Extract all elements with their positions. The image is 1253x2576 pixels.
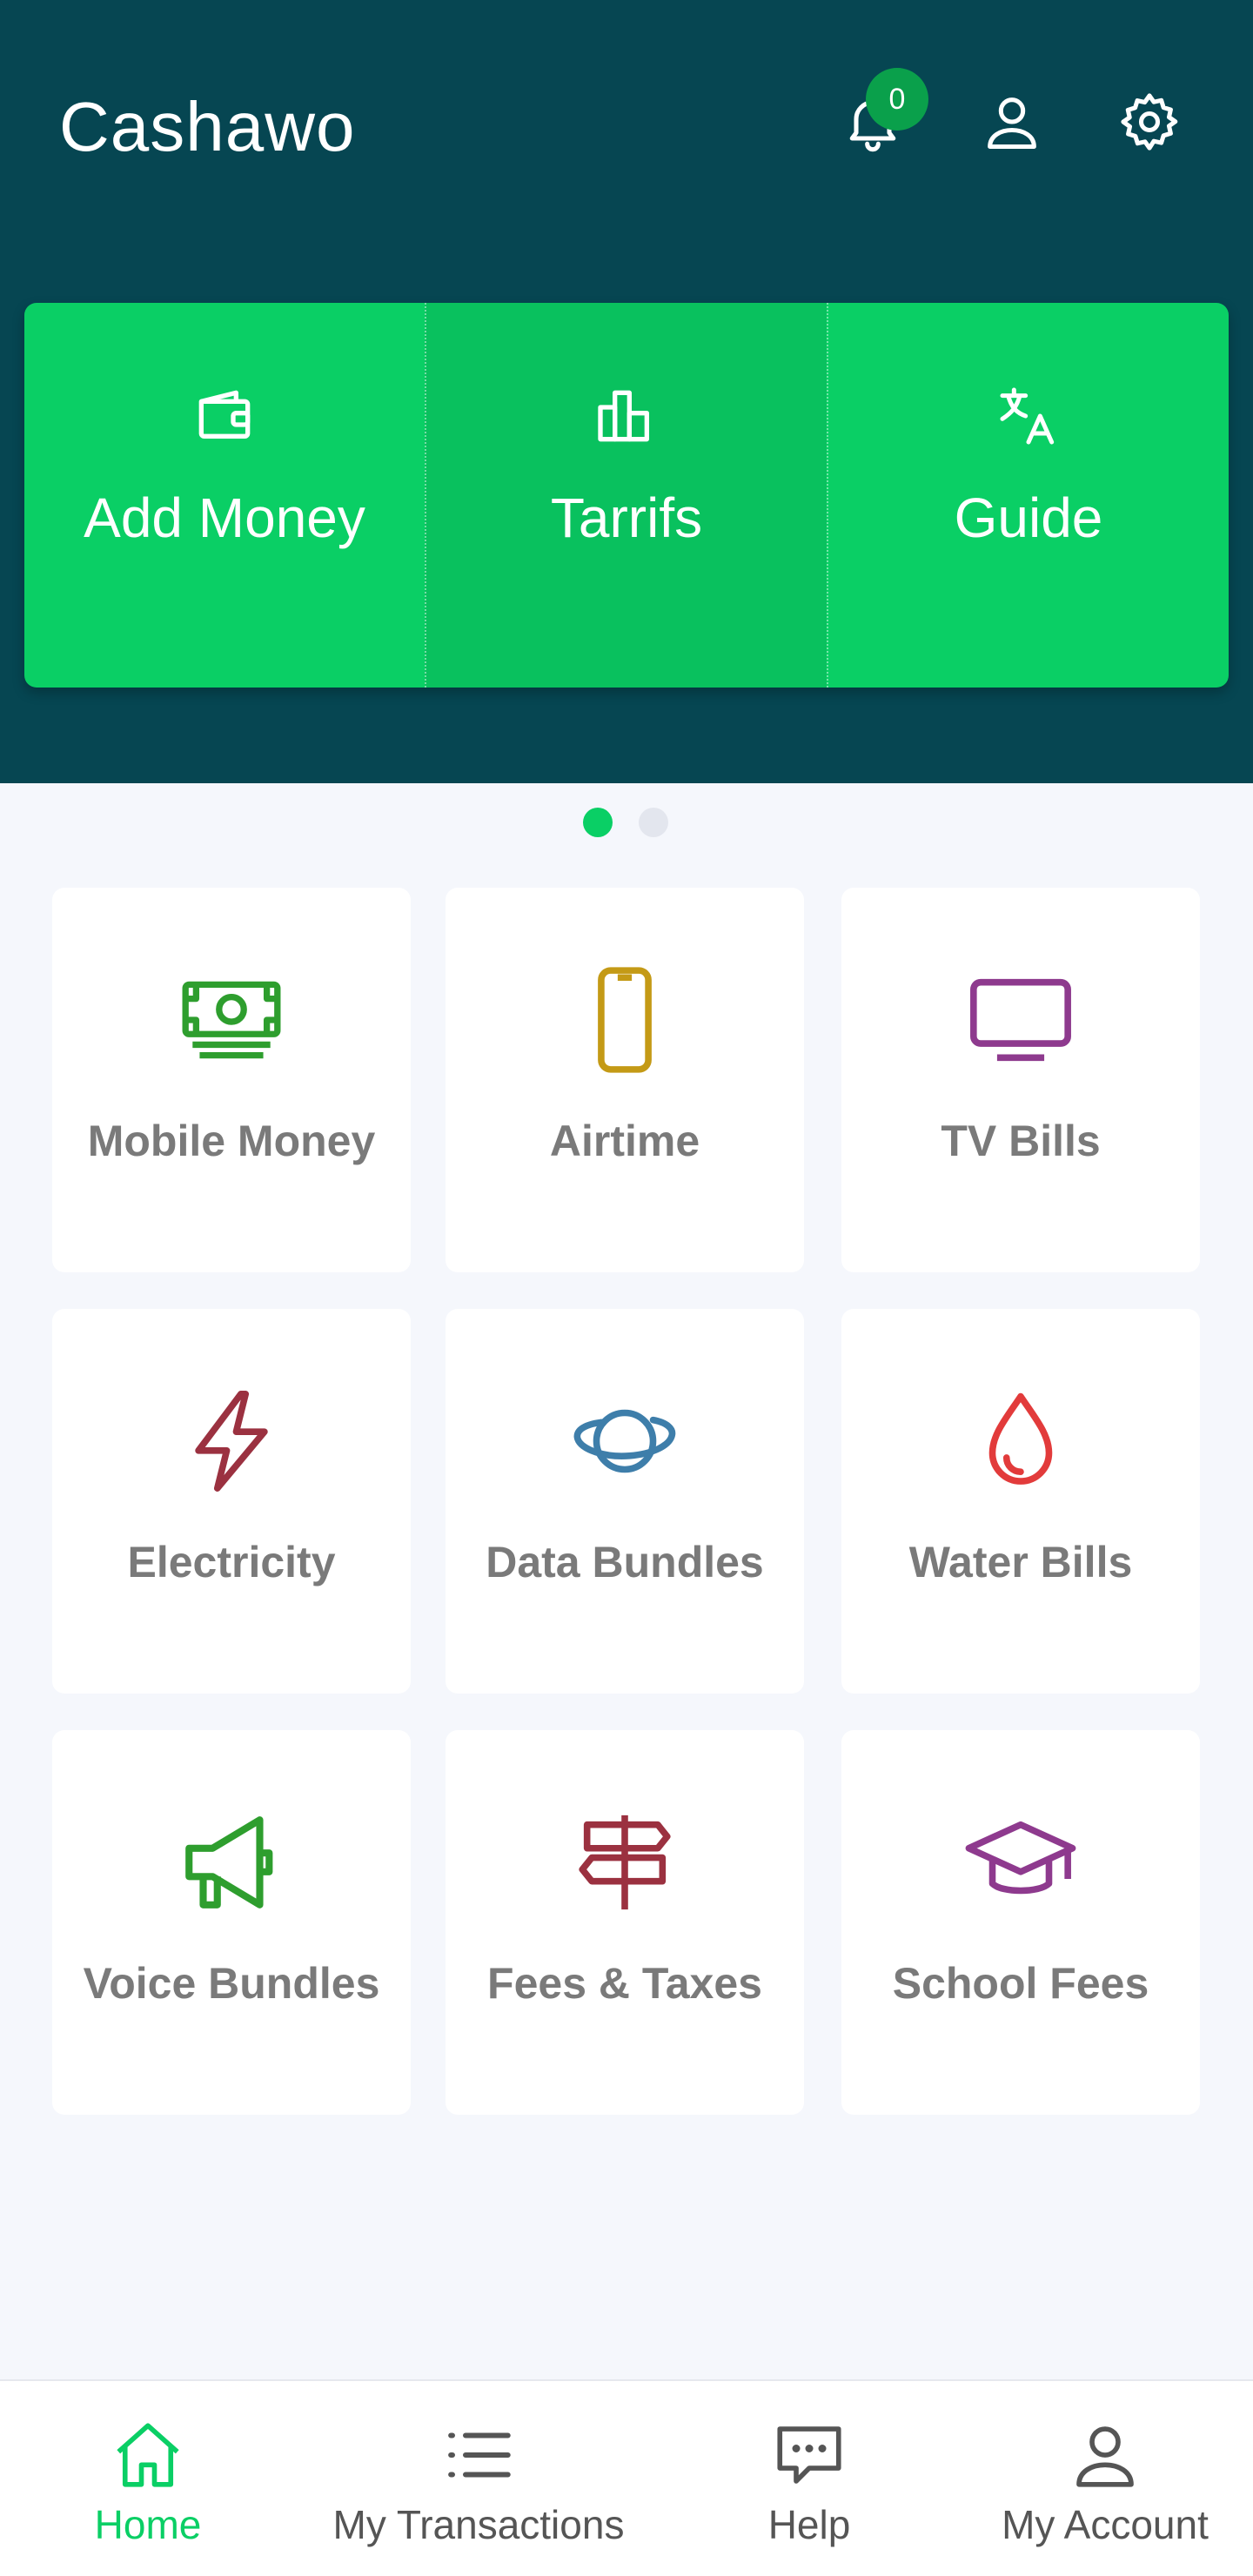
service-label: Data Bundles: [486, 1538, 764, 1587]
tv-icon: [960, 959, 1082, 1081]
nav-label: Help: [767, 2502, 851, 2547]
service-label: Mobile Money: [87, 1117, 376, 1165]
guide-label: Guide: [954, 486, 1103, 549]
add-money-button[interactable]: Add Money: [24, 303, 425, 688]
notification-badge: 0: [866, 68, 928, 131]
service-electricity[interactable]: Electricity: [52, 1309, 411, 1694]
bolt-icon: [171, 1380, 292, 1502]
money-icon: [171, 959, 292, 1081]
nav-label: My Account: [1002, 2502, 1209, 2547]
quick-actions-card: Add Money Tarrifs Guide: [24, 303, 1229, 688]
settings-button[interactable]: [1110, 83, 1189, 161]
nav-help[interactable]: Help: [731, 2381, 888, 2576]
nav-my-transactions[interactable]: My Transactions: [322, 2381, 635, 2576]
service-mobile-money[interactable]: Mobile Money: [52, 888, 411, 1272]
service-tv-bills[interactable]: TV Bills: [841, 888, 1200, 1272]
user-icon: [988, 97, 1036, 150]
gear-icon: [1121, 93, 1178, 151]
home-icon: [109, 2416, 187, 2494]
nav-label: Home: [94, 2502, 202, 2547]
nav-home[interactable]: Home: [70, 2381, 226, 2576]
service-data-bundles[interactable]: Data Bundles: [446, 1309, 804, 1694]
service-label: Voice Bundles: [83, 1959, 380, 2008]
guide-button[interactable]: Guide: [827, 303, 1229, 688]
nav-label: My Transactions: [332, 2502, 625, 2547]
service-label: TV Bills: [941, 1117, 1101, 1165]
profile-button[interactable]: [973, 83, 1051, 161]
phone-icon: [564, 959, 686, 1081]
bar-chart-icon: [592, 381, 661, 451]
service-label: School Fees: [892, 1959, 1149, 2008]
service-school-fees[interactable]: School Fees: [841, 1730, 1200, 2115]
wallet-icon: [190, 381, 259, 451]
pager-dot[interactable]: [639, 808, 668, 837]
service-label: Airtime: [549, 1117, 700, 1165]
translate-icon: [994, 381, 1063, 451]
graduation-cap-icon: [960, 1801, 1082, 1923]
service-label: Water Bills: [908, 1538, 1133, 1587]
home-screen: Cashawo 0 Add Money Tarrifs Guide Mobile…: [0, 0, 1253, 2576]
tariffs-label: Tarrifs: [550, 486, 703, 549]
service-airtime[interactable]: Airtime: [446, 888, 804, 1272]
nav-my-account[interactable]: My Account: [983, 2381, 1227, 2576]
service-fees-taxes[interactable]: Fees & Taxes: [446, 1730, 804, 2115]
megaphone-icon: [171, 1801, 292, 1923]
planet-icon: [564, 1380, 686, 1502]
pager-dot-active[interactable]: [583, 808, 613, 837]
account-icon: [1066, 2416, 1144, 2494]
drop-icon: [960, 1380, 1082, 1502]
service-water-bills[interactable]: Water Bills: [841, 1309, 1200, 1694]
service-voice-bundles[interactable]: Voice Bundles: [52, 1730, 411, 2115]
bottom-navigation: Home My Transactions Help My Account: [0, 2379, 1253, 2576]
header: Cashawo 0 Add Money Tarrifs Guide: [0, 0, 1253, 783]
signpost-icon: [564, 1801, 686, 1923]
tariffs-button[interactable]: Tarrifs: [425, 303, 827, 688]
add-money-label: Add Money: [84, 486, 365, 549]
service-label: Electricity: [127, 1538, 336, 1587]
service-label: Fees & Taxes: [487, 1959, 762, 2008]
list-icon: [439, 2416, 518, 2494]
app-title: Cashawo: [59, 88, 356, 165]
chat-icon: [770, 2416, 848, 2494]
